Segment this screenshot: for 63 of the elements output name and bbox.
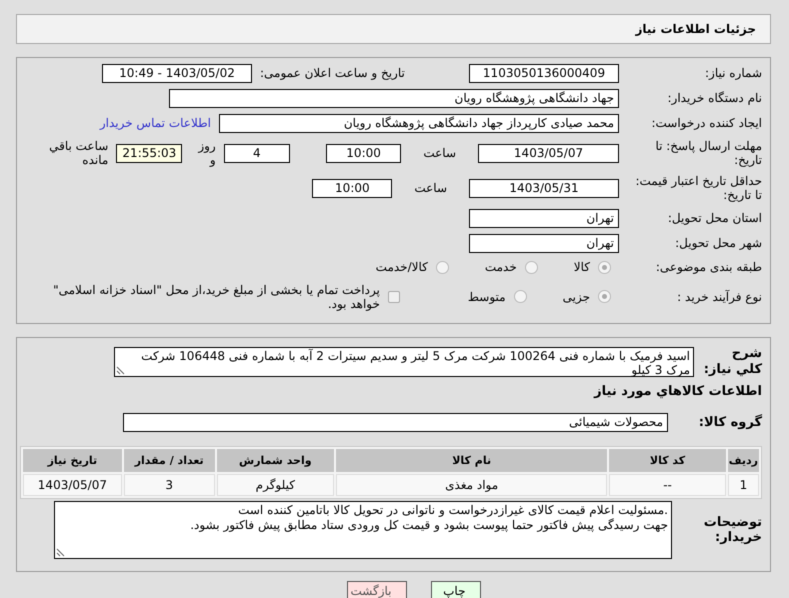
- description-textarea: اسید فرمیک با شماره فنی 100264 شرکت مرک 5 لیتر و سدیم سیترات 2 آبه با شماره فنی 106448 شرکت مرک 3 کیلو: [114, 346, 694, 377]
- goods-group-field: محصولات شیمیائی: [123, 413, 668, 432]
- need-number-field: 1103050136000409: [469, 64, 619, 83]
- table-cell: کیلوگرم: [216, 474, 334, 496]
- column-header: ردیف: [728, 449, 759, 472]
- radio-button[interactable]: [598, 261, 611, 274]
- field-label: ساعت باقي مانده: [48, 139, 108, 168]
- radio-button[interactable]: [514, 290, 527, 304]
- field-label: شرح کلي نياز:: [702, 346, 762, 378]
- radio-label: کالا/خدمت: [376, 260, 428, 275]
- requester-field: محمد صیادی کارپرداز جهاد دانشگاهی پژوهشگاه رویان: [219, 114, 619, 133]
- field-label: توضیحات خریدار:: [702, 514, 762, 546]
- radio-label: خدمت: [484, 260, 517, 275]
- column-header: تاریخ نیاز: [23, 449, 122, 472]
- radio-button[interactable]: [436, 261, 449, 274]
- field-label: نام دستگاه خریدار:: [666, 91, 762, 106]
- field-label: ساعت: [423, 146, 456, 161]
- contact-link[interactable]: اطلاعات تماس خریدار: [100, 116, 211, 131]
- table-cell: 3: [124, 474, 215, 496]
- field-label: شماره نیاز:: [704, 66, 762, 81]
- radio-label: متوسط: [468, 290, 506, 304]
- payment-note: پرداخت تمام یا بخشی از مبلغ خرید،از محل "اسناد خزانه اسلامی" خواهد بود.: [52, 282, 380, 312]
- field-label: نوع فرآیند خرید :: [676, 290, 762, 304]
- print-button[interactable]: چاپ: [430, 581, 480, 598]
- table-cell: --: [609, 474, 726, 496]
- field-label: ایجاد کننده درخواست:: [650, 116, 762, 131]
- resize-grip-icon[interactable]: [56, 548, 65, 558]
- field-label: طبقه بندی موضوعی:: [654, 260, 762, 275]
- section-heading: اطلاعات کالاهاي مورد نياز: [592, 384, 762, 400]
- page-title: جزئیات اطلاعات نیاز: [635, 22, 756, 36]
- time-field: 10:00: [326, 144, 402, 163]
- checkbox[interactable]: [388, 290, 400, 303]
- city-field: تهران: [469, 234, 619, 253]
- field-label: شهر محل تحویل:: [674, 236, 762, 250]
- radio-button[interactable]: [524, 261, 538, 274]
- table-cell: مواد مغذی: [336, 474, 608, 496]
- column-header: نام کالا: [336, 449, 608, 472]
- remaining-time-field: 21:55:03: [116, 144, 182, 163]
- field-label: روز و: [196, 139, 216, 168]
- announce-date-field: 1403/05/02 - 10:49: [102, 64, 252, 83]
- radio-label: کالا: [574, 260, 590, 275]
- field-label: حداقل تاریخ اعتبار قیمت: تا تاریخ:: [634, 174, 762, 203]
- field-label: گروه کالا:: [698, 414, 762, 430]
- column-header: تعداد / مقدار: [124, 449, 215, 472]
- buyer-org-field: جهاد دانشگاهی پژوهشگاه رویان: [169, 89, 619, 108]
- time-field: 10:00: [312, 178, 392, 198]
- date-field: 1403/05/07: [478, 144, 619, 163]
- column-header: کد کالا: [609, 449, 726, 472]
- field-label: استان محل تحویل:: [666, 210, 762, 226]
- column-header: واحد شمارش: [216, 449, 334, 472]
- days-field: 4: [224, 144, 290, 163]
- date-field: 1403/05/31: [469, 178, 619, 198]
- back-button[interactable]: بازگشت: [346, 581, 406, 598]
- radio-button[interactable]: [598, 290, 611, 304]
- radio-label: جزیی: [562, 290, 590, 304]
- field-label: مهلت ارسال پاسخ: تا تاریخ:: [654, 139, 762, 168]
- table-cell: 1: [728, 474, 759, 496]
- field-label: ساعت: [414, 180, 447, 196]
- field-label: تاریخ و ساعت اعلان عمومی:: [260, 66, 405, 81]
- buyer-notes-textarea: .مسئولیت اعلام قیمت کالای غیرازدرخواست و ناتوانی در تحویل کالا باتامین کننده است جهت رسیدگی پیش فاکتور حتما پیوست بشود و قیمت کل ورودی ستاد مطابق پیش فاکتور بشود.: [54, 501, 672, 560]
- table-cell: 1403/05/07: [23, 474, 122, 496]
- province-field: تهران: [469, 208, 619, 228]
- resize-grip-icon[interactable]: [116, 366, 125, 375]
